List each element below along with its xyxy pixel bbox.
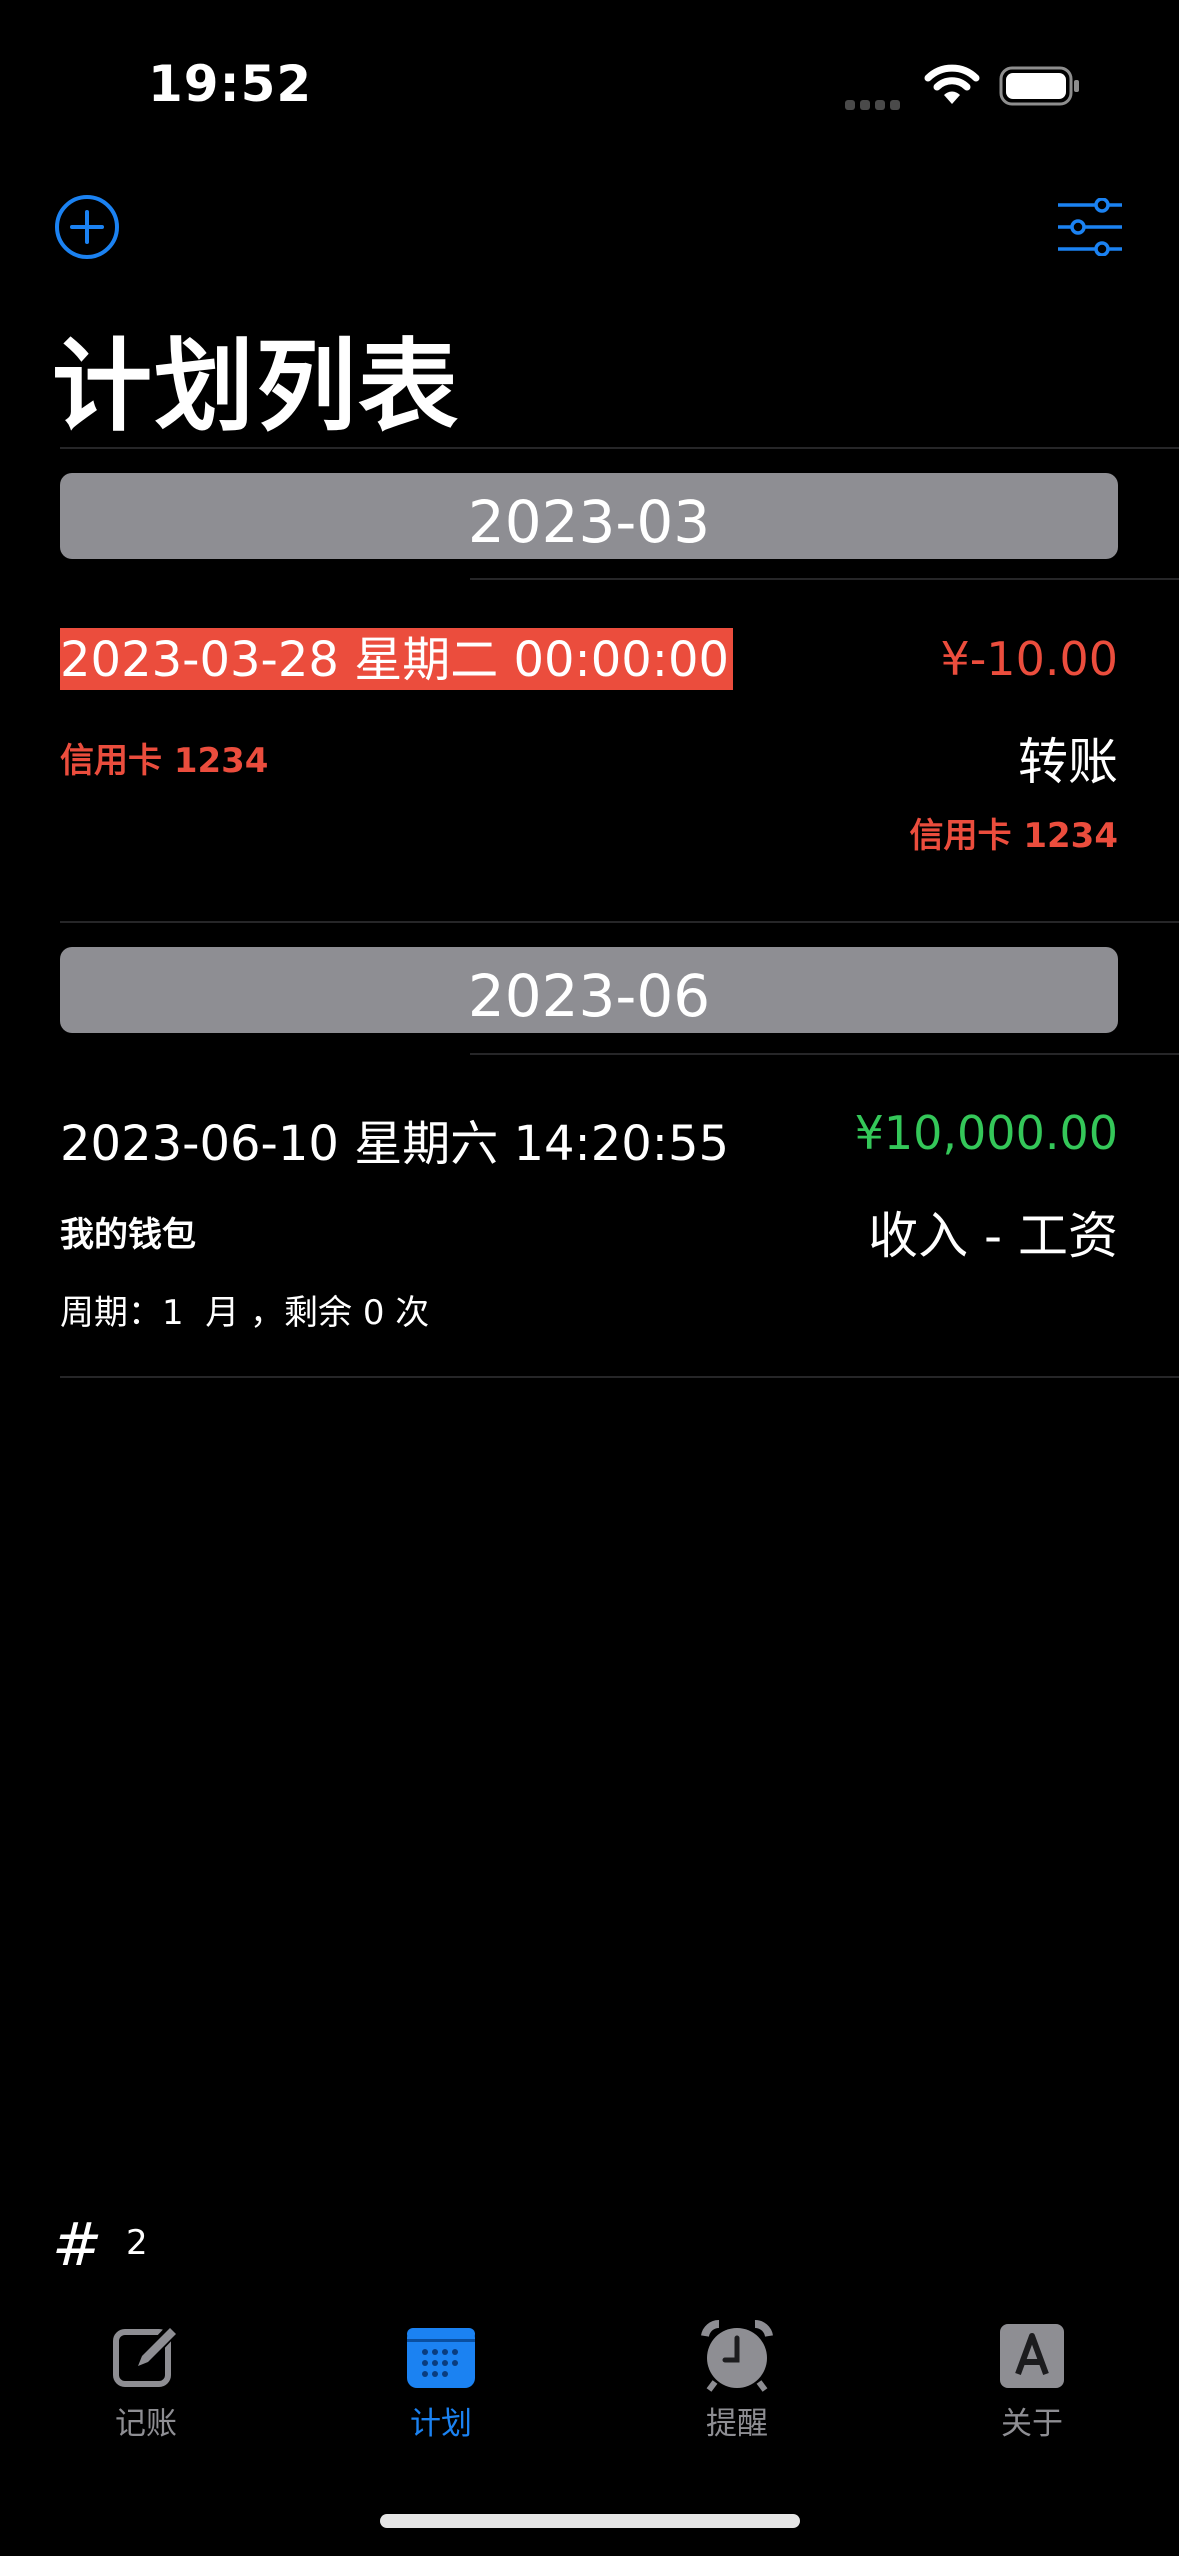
compose-icon — [113, 2323, 180, 2387]
divider — [60, 1376, 1179, 1378]
tab-reminder[interactable]: 提醒 — [657, 2320, 817, 2443]
tab-label: 关于 — [1001, 2406, 1063, 2442]
plan-date: 2023-06-10 星期六 14:20:55 — [60, 1116, 730, 1172]
cellular-signal-icon — [845, 95, 905, 114]
filter-button[interactable] — [1056, 197, 1124, 260]
alarm-clock-icon — [701, 2320, 773, 2392]
add-plan-button[interactable] — [54, 194, 120, 264]
battery-icon — [999, 66, 1081, 110]
section-header: 2023-06 — [60, 947, 1118, 1033]
plan-category: 收入 - 工资 — [868, 1207, 1118, 1265]
plan-account: 我的钱包 — [60, 1215, 196, 1255]
divider — [60, 447, 1179, 449]
tab-label: 提醒 — [706, 2406, 768, 2442]
section-header: 2023-03 — [60, 473, 1118, 559]
plan-cycle: 周期：1 月 ，剩余 0 次 — [60, 1293, 430, 1333]
calendar-icon — [407, 2328, 475, 2388]
plan-count: 2 — [126, 2223, 148, 2263]
plan-target-account: 信用卡 1234 — [909, 816, 1118, 856]
page-title: 计划列表 — [52, 328, 460, 445]
plan-category: 转账 — [1018, 733, 1118, 791]
home-indicator[interactable] — [380, 2514, 800, 2528]
tab-bookkeeping[interactable]: 记账 — [66, 2320, 226, 2443]
letter-a-icon — [1000, 2324, 1064, 2388]
plan-date: 2023-03-28 星期二 00:00:00 — [60, 628, 734, 690]
wifi-icon — [924, 62, 980, 110]
divider — [60, 921, 1179, 923]
status-time: 19:52 — [148, 55, 313, 113]
divider — [470, 578, 1179, 580]
tab-label: 记账 — [115, 2406, 177, 2442]
tab-about[interactable]: 关于 — [952, 2320, 1112, 2443]
sliders-icon — [1058, 197, 1122, 257]
divider — [470, 1053, 1179, 1055]
tab-plan[interactable]: 计划 — [361, 2320, 521, 2443]
plan-amount: ¥-10.00 — [940, 632, 1118, 686]
tab-label: 计划 — [410, 2406, 472, 2442]
count-symbol: # — [52, 2210, 103, 2280]
plan-account: 信用卡 1234 — [60, 741, 269, 781]
plan-amount: ¥10,000.00 — [854, 1106, 1118, 1160]
plus-circle-icon — [55, 195, 119, 259]
